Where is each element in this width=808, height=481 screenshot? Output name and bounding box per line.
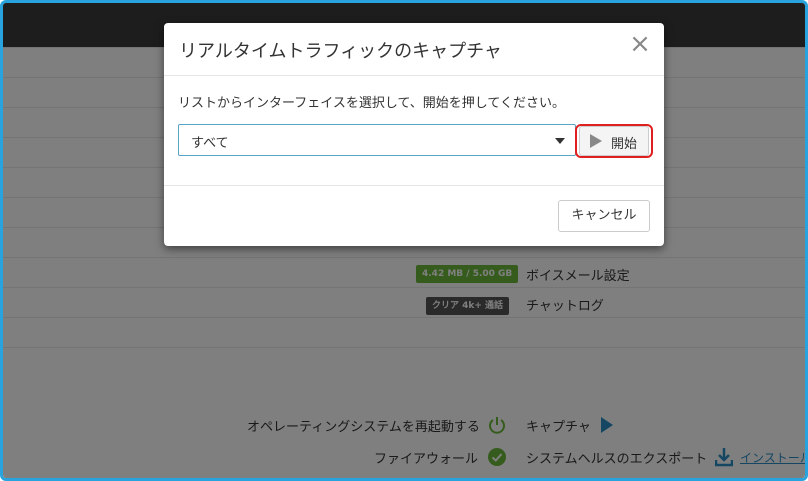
capture-dialog: リアルタイムトラフィックのキャプチャ × リストからインターフェイスを選択して、… (164, 23, 664, 246)
dialog-title: リアルタイムトラフィックのキャプチャ (179, 41, 502, 62)
close-icon[interactable]: × (628, 31, 652, 57)
dialog-body: リストからインターフェイスを選択して、開始を押してください。 すべて 開始 (164, 76, 664, 186)
interface-select-value: すべて (191, 136, 229, 151)
play-icon (590, 134, 602, 148)
app-frame: 4.42 MB / 5.00 GB ボイスメール設定 クリア 4k+ 通話 チャ… (0, 0, 808, 481)
interface-select[interactable]: すべて (178, 124, 576, 156)
dialog-header: リアルタイムトラフィックのキャプチャ × (164, 23, 664, 76)
instruction-text: リストからインターフェイスを選択して、開始を押してください。 (178, 96, 566, 111)
chevron-down-icon[interactable] (555, 138, 565, 144)
cancel-button[interactable]: キャンセル (558, 200, 650, 232)
start-label: 開始 (611, 137, 638, 152)
start-button[interactable]: 開始 (579, 126, 649, 156)
